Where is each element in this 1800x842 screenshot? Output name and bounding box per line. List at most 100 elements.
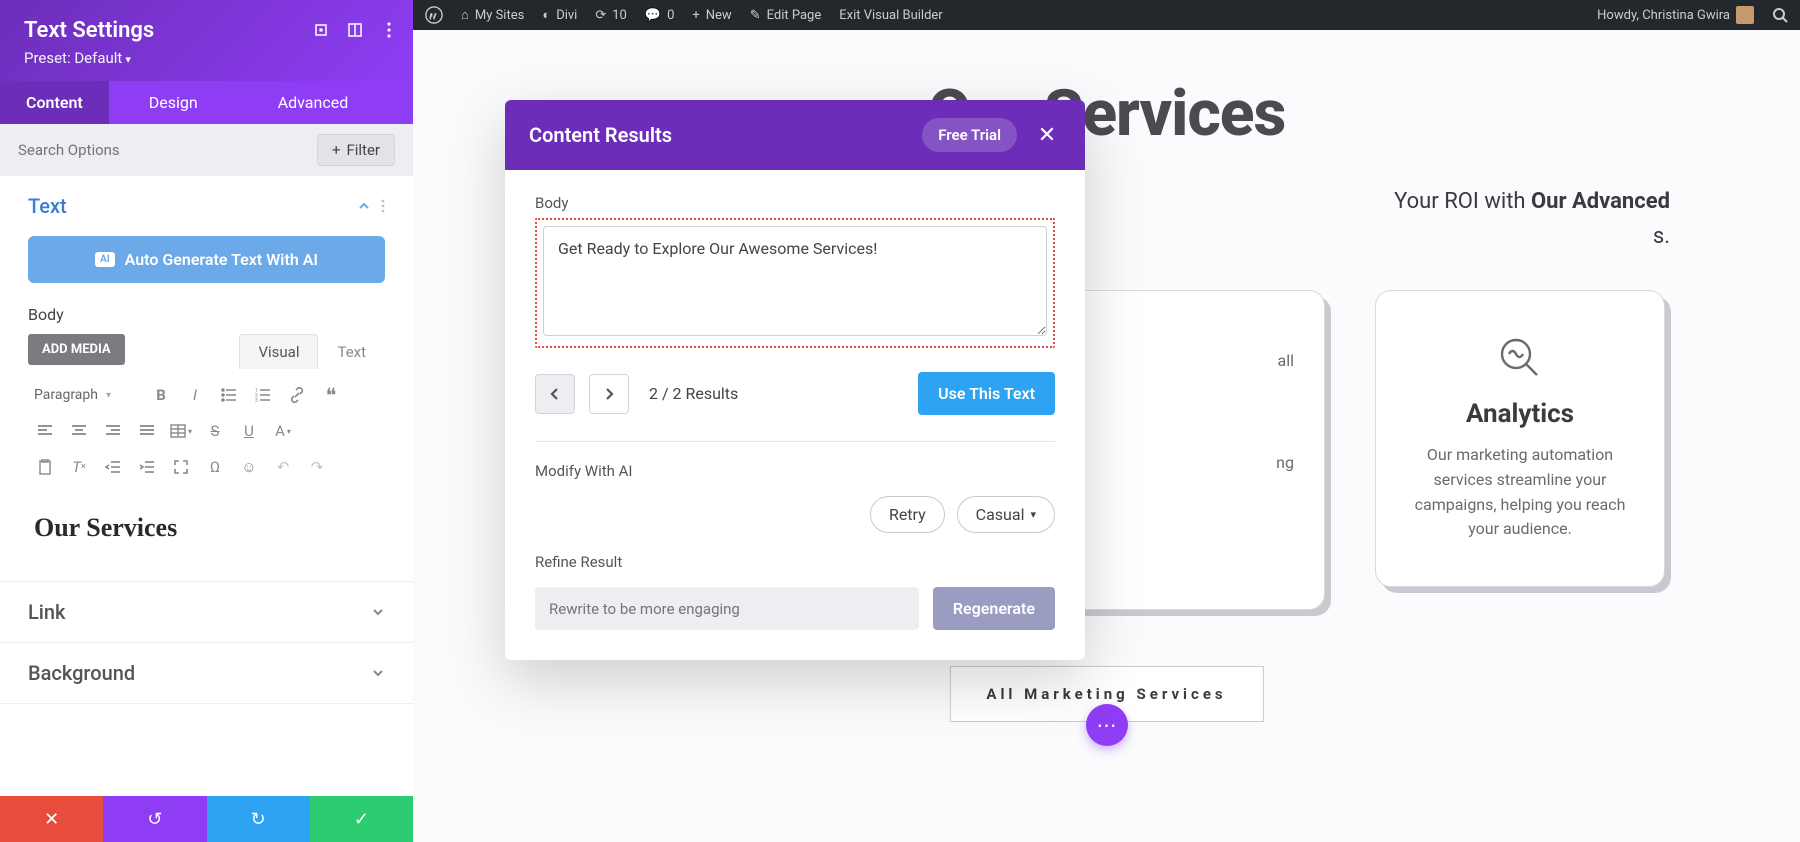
search-input[interactable]	[18, 141, 307, 159]
plus-icon: +	[332, 141, 341, 159]
home-icon: ⌂	[461, 7, 469, 23]
settings-sidebar: Text Settings Preset: Default Content De…	[0, 0, 413, 842]
paragraph-select[interactable]: Paragraph	[28, 381, 144, 409]
modal-header: Content Results Free Trial ✕	[505, 100, 1085, 170]
modal-body: Body 2 / 2 Results Use This Text Modify …	[505, 170, 1085, 660]
more-icon[interactable]	[379, 20, 399, 40]
my-sites-link[interactable]: ⌂My Sites	[461, 7, 524, 23]
tab-design[interactable]: Design	[109, 81, 238, 124]
align-center-icon[interactable]	[62, 417, 96, 445]
sidebar-scroll[interactable]: Text AI Auto Generate Text With AI Body …	[0, 176, 413, 796]
table-icon[interactable]: ▾	[164, 417, 198, 445]
refine-input[interactable]	[535, 587, 919, 630]
more-icon[interactable]	[381, 199, 385, 213]
undo-icon[interactable]: ↶	[266, 453, 300, 481]
undo-button[interactable]: ↺	[103, 796, 206, 842]
italic-icon[interactable]: I	[178, 381, 212, 409]
filter-button[interactable]: + Filter	[317, 134, 395, 166]
link-icon[interactable]	[280, 381, 314, 409]
results-count: 2 / 2 Results	[649, 384, 904, 403]
hero-subtitle: Your ROI with Our Advanced s.	[1394, 184, 1670, 254]
clear-format-icon[interactable]: T×	[62, 453, 96, 481]
redo-icon[interactable]: ↷	[300, 453, 334, 481]
section-text-header[interactable]: Text	[0, 176, 413, 236]
body-textarea-highlight	[535, 218, 1055, 348]
svg-text:3: 3	[255, 398, 258, 402]
ai-button-label: Auto Generate Text With AI	[125, 250, 318, 269]
avatar	[1736, 6, 1754, 24]
search-bar: + Filter	[0, 124, 413, 176]
sidebar-footer: ✕ ↺ ↻ ✓	[0, 796, 413, 842]
align-left-icon[interactable]	[28, 417, 62, 445]
howdy-user[interactable]: Howdy, Christina Gwira	[1597, 6, 1754, 24]
quote-icon[interactable]: ❝	[314, 381, 348, 409]
pencil-icon: ✎	[750, 8, 761, 23]
chevron-down-icon	[371, 605, 385, 619]
ol-icon[interactable]: 123	[246, 381, 280, 409]
editor-tab-text[interactable]: Text	[318, 334, 385, 369]
exit-vb-link[interactable]: Exit Visual Builder	[839, 8, 942, 23]
card-text: Our marketing automation services stream…	[1406, 443, 1634, 542]
plus-icon: +	[692, 8, 699, 23]
use-this-text-button[interactable]: Use This Text	[918, 372, 1055, 415]
editor-tabs: Visual Text	[239, 334, 385, 369]
body-textarea[interactable]	[543, 226, 1047, 336]
close-icon[interactable]: ✕	[1033, 121, 1061, 149]
site-link[interactable]: ◐Divi	[542, 7, 577, 23]
section-add-fab[interactable]: ⋯	[1086, 704, 1128, 746]
add-media-button[interactable]: ADD MEDIA	[28, 334, 125, 365]
strike-icon[interactable]: S	[198, 417, 232, 445]
outdent-icon[interactable]	[96, 453, 130, 481]
save-button[interactable]: ✓	[310, 796, 413, 842]
chevron-down-icon: ▾	[1030, 508, 1036, 521]
section-background: Background	[0, 643, 413, 704]
next-result-button[interactable]	[589, 374, 629, 414]
editor-tab-visual[interactable]: Visual	[239, 334, 318, 369]
bold-icon[interactable]: B	[144, 381, 178, 409]
editor-content[interactable]: Our Services	[28, 495, 385, 561]
free-trial-pill[interactable]: Free Trial	[922, 118, 1017, 152]
content-results-modal: Content Results Free Trial ✕ Body 2 / 2 …	[505, 100, 1085, 660]
special-char-icon[interactable]: Ω	[198, 453, 232, 481]
redo-button[interactable]: ↻	[207, 796, 310, 842]
edit-page-link[interactable]: ✎Edit Page	[750, 8, 822, 23]
modal-body-label: Body	[535, 194, 1055, 212]
underline-icon[interactable]: U	[232, 417, 266, 445]
expand-icon[interactable]	[311, 20, 331, 40]
tab-advanced[interactable]: Advanced	[238, 81, 375, 124]
columns-icon[interactable]	[345, 20, 365, 40]
cancel-button[interactable]: ✕	[0, 796, 103, 842]
align-right-icon[interactable]	[96, 417, 130, 445]
emoji-icon[interactable]: ☺	[232, 453, 266, 481]
refresh-icon: ⟳	[595, 8, 606, 23]
refine-label: Refine Result	[535, 553, 1055, 571]
body-label: Body	[28, 305, 385, 324]
prev-result-button[interactable]	[535, 374, 575, 414]
section-link-header[interactable]: Link	[0, 582, 413, 642]
new-link[interactable]: +New	[692, 8, 731, 23]
service-card-analytics: Analytics Our marketing automation servi…	[1375, 290, 1665, 587]
modify-pills: Retry Casual▾	[535, 496, 1055, 533]
retry-pill[interactable]: Retry	[870, 496, 945, 533]
updates-link[interactable]: ⟳10	[595, 8, 627, 23]
regenerate-button[interactable]: Regenerate	[933, 587, 1055, 630]
align-justify-icon[interactable]	[130, 417, 164, 445]
search-icon[interactable]	[1772, 7, 1788, 23]
casual-pill[interactable]: Casual▾	[957, 496, 1055, 533]
wp-logo[interactable]	[425, 6, 443, 24]
fullscreen-icon[interactable]	[164, 453, 198, 481]
preset-dropdown[interactable]: Preset: Default	[24, 49, 389, 67]
section-background-header[interactable]: Background	[0, 643, 413, 703]
indent-icon[interactable]	[130, 453, 164, 481]
tab-content[interactable]: Content	[0, 81, 109, 124]
text-color-icon[interactable]: A▾	[266, 417, 300, 445]
section-text-title: Text	[28, 194, 67, 218]
ai-generate-button[interactable]: AI Auto Generate Text With AI	[28, 236, 385, 283]
ul-icon[interactable]	[212, 381, 246, 409]
analytics-icon	[1497, 335, 1543, 381]
comments-link[interactable]: 💬0	[645, 8, 675, 23]
wp-admin-bar: ⌂My Sites ◐Divi ⟳10 💬0 +New ✎Edit Page E…	[413, 0, 1800, 30]
section-text: Text AI Auto Generate Text With AI Body …	[0, 176, 413, 582]
section-background-title: Background	[28, 661, 135, 685]
paste-icon[interactable]	[28, 453, 62, 481]
